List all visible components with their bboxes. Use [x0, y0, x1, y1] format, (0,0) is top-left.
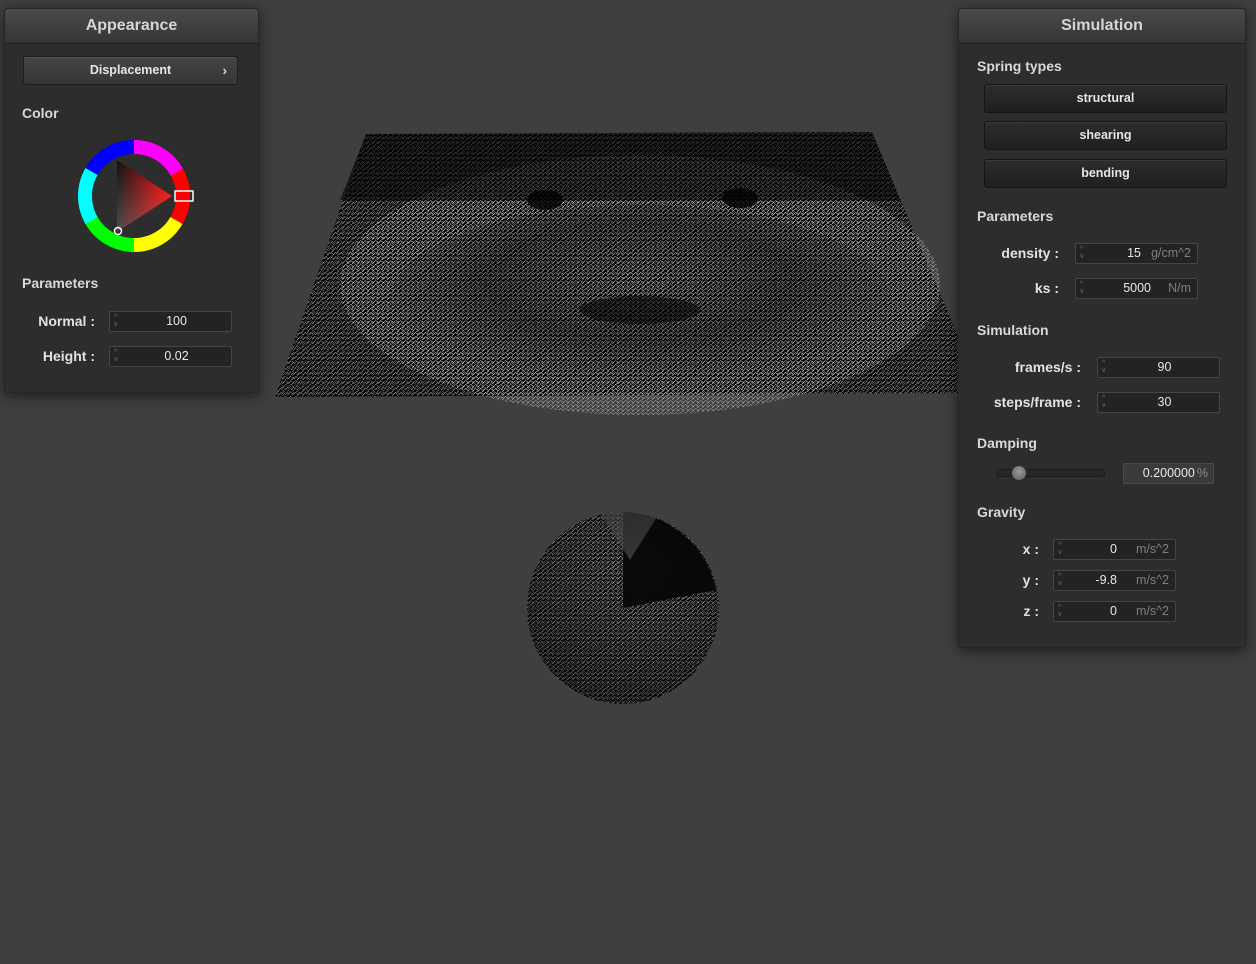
ks-value: 5000 [1123, 281, 1151, 295]
gravity-y-value: -9.8 [1095, 573, 1117, 587]
shader-popup-label: Displacement [89, 63, 172, 77]
fps-value: 90 [1157, 360, 1172, 374]
spinner-icon[interactable]: ^ v [114, 349, 122, 364]
spinner-icon[interactable]: ^ v [1080, 246, 1088, 261]
appearance-params-label: Parameters [22, 275, 99, 291]
spinner-icon[interactable]: ^ v [1058, 573, 1066, 588]
sphere [527, 512, 719, 704]
cloth-mesh [275, 132, 982, 415]
density-unit: g/cm^2 [1151, 246, 1191, 260]
gravity-label: Gravity [977, 504, 1026, 520]
gravity-y-input[interactable]: ^ v -9.8 m/s^2 [1053, 570, 1176, 591]
height-input[interactable]: ^ v 0.02 [109, 346, 232, 367]
damping-value-box: 0.200000% [1123, 463, 1214, 484]
gravity-x-input[interactable]: ^ v 0 m/s^2 [1053, 539, 1176, 560]
bending-button[interactable]: bending [984, 159, 1227, 188]
spring-types-label: Spring types [977, 58, 1062, 74]
normal-value: 100 [166, 314, 187, 328]
gravity-x-unit: m/s^2 [1136, 542, 1169, 556]
spinner-icon[interactable]: ^ v [1080, 281, 1088, 296]
steps-label: steps/frame : [993, 394, 1081, 410]
density-label: density : [1001, 245, 1059, 261]
steps-value: 30 [1157, 395, 1172, 409]
chevron-right-icon: › [222, 63, 227, 78]
structural-button[interactable]: structural [984, 84, 1227, 113]
fps-label: frames/s : [1014, 359, 1081, 375]
appearance-panel: Appearance Displacement › Color Paramete… [4, 8, 259, 393]
gravity-z-label: z : [1023, 603, 1039, 619]
spinner-icon[interactable]: ^ v [114, 314, 122, 329]
spinner-icon[interactable]: ^ v [1058, 604, 1066, 619]
spinner-icon[interactable]: ^ v [1058, 542, 1066, 557]
gravity-x-label: x : [1022, 541, 1039, 557]
gravity-y-unit: m/s^2 [1136, 573, 1169, 587]
simulation-group-label: Simulation [977, 322, 1049, 338]
damping-value: 0.200000 [1142, 466, 1195, 480]
height-label: Height : [42, 348, 95, 364]
simulation-panel-title[interactable]: Simulation [959, 9, 1245, 44]
gravity-y-label: y : [1022, 572, 1039, 588]
normal-label: Normal : [38, 313, 95, 329]
gravity-z-unit: m/s^2 [1136, 604, 1169, 618]
steps-input[interactable]: ^ v 30 [1097, 392, 1220, 413]
spinner-icon[interactable]: ^ v [1102, 395, 1110, 410]
ks-input[interactable]: ^ v 5000 N/m [1075, 278, 1198, 299]
gravity-x-value: 0 [1110, 542, 1117, 556]
fps-input[interactable]: ^ v 90 [1097, 357, 1220, 378]
gravity-z-input[interactable]: ^ v 0 m/s^2 [1053, 601, 1176, 622]
gravity-z-value: 0 [1110, 604, 1117, 618]
density-value: 15 [1127, 246, 1141, 260]
sim-params-label: Parameters [977, 208, 1054, 224]
damping-slider-knob[interactable] [1010, 465, 1027, 481]
appearance-panel-title[interactable]: Appearance [5, 9, 258, 44]
normal-input[interactable]: ^ v 100 [109, 311, 232, 332]
shearing-button[interactable]: shearing [984, 121, 1227, 150]
ks-label: ks : [1034, 280, 1059, 296]
damping-unit: % [1196, 466, 1208, 480]
color-group-label: Color [22, 105, 59, 121]
height-value: 0.02 [164, 349, 189, 363]
spinner-icon[interactable]: ^ v [1102, 360, 1110, 375]
color-wheel[interactable] [72, 134, 196, 258]
density-input[interactable]: ^ v 15 g/cm^2 [1075, 243, 1198, 264]
ks-unit: N/m [1168, 281, 1191, 295]
simulation-panel: Simulation Spring types structural shear… [958, 8, 1246, 648]
shader-popup-button[interactable]: Displacement › [23, 56, 238, 85]
damping-label: Damping [977, 435, 1037, 451]
